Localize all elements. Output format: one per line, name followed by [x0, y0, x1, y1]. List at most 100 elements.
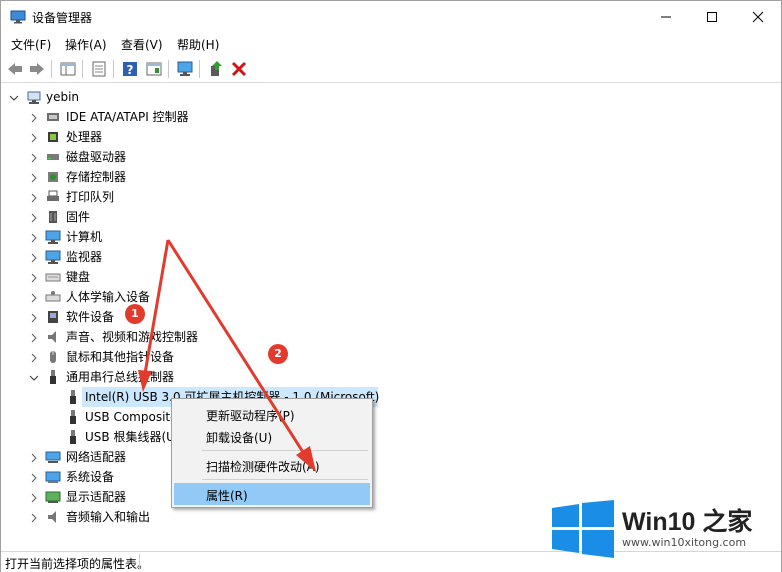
computer-icon — [45, 230, 61, 244]
chevron-right-icon[interactable] — [29, 353, 39, 363]
minimize-button[interactable] — [643, 1, 689, 33]
menu-view[interactable]: 查看(V) — [121, 36, 163, 53]
chevron-right-icon[interactable] — [29, 273, 39, 283]
menu-bar: 文件(F) 操作(A) 查看(V) 帮助(H) — [1, 34, 781, 54]
tree-category-label: 鼠标和其他指针设备 — [66, 350, 175, 364]
annotation-badge-1: 1 — [125, 304, 145, 324]
back-icon[interactable] — [6, 60, 24, 78]
status-divider — [139, 554, 140, 570]
ctx-separator — [202, 479, 368, 480]
chevron-right-icon[interactable] — [29, 313, 39, 323]
watermark-url: www.win10xitong.com — [622, 536, 747, 549]
scan-monitor-icon[interactable] — [176, 60, 194, 78]
maximize-button[interactable] — [689, 1, 735, 33]
tree-category-label: 软件设备 — [66, 310, 115, 324]
ide-controller-icon — [47, 113, 59, 121]
toolbar-separator — [51, 60, 52, 78]
monitor-icon — [45, 250, 61, 264]
usb-icon — [70, 430, 76, 444]
chevron-right-icon[interactable] — [29, 233, 39, 243]
chevron-right-icon[interactable] — [29, 293, 39, 303]
tree-category-label: 网络适配器 — [66, 450, 127, 464]
disk-drive-icon — [47, 154, 59, 160]
tree-category-label: 监视器 — [66, 250, 103, 264]
tree-category-label: 通用串行总线控制器 — [66, 370, 175, 384]
menu-file[interactable]: 文件(F) — [11, 36, 51, 53]
update-driver-icon[interactable] — [207, 60, 225, 78]
chevron-down-icon[interactable] — [9, 93, 19, 103]
tree-category-label: 打印队列 — [66, 190, 115, 204]
action-pane-icon[interactable] — [145, 60, 163, 78]
audio-icon — [48, 331, 56, 343]
tree-category-label: 系统设备 — [66, 470, 115, 484]
window-title: 设备管理器 — [32, 11, 93, 25]
tree-root-label: yebin — [46, 90, 80, 104]
minimize-icon — [661, 16, 671, 18]
close-button[interactable] — [735, 1, 781, 33]
tree-category-label: 磁盘驱动器 — [66, 150, 127, 164]
usb-icon — [70, 390, 76, 404]
toolbar-separator — [199, 60, 200, 78]
tree-category-label: 声音、视频和游戏控制器 — [66, 330, 199, 344]
chevron-right-icon[interactable] — [29, 133, 39, 143]
watermark-title: Win10 之家 — [622, 508, 753, 536]
toolbar-separator — [113, 60, 114, 78]
chevron-right-icon[interactable] — [29, 213, 39, 223]
storage-controller-icon — [48, 172, 58, 182]
toolbar: ? — [1, 55, 781, 83]
tree-category-label: 处理器 — [66, 130, 103, 144]
ctx-update-driver[interactable]: 更新驱动程序(P) — [174, 403, 370, 425]
chevron-right-icon[interactable] — [29, 193, 39, 203]
forward-icon[interactable] — [28, 60, 46, 78]
svg-text:?: ? — [127, 63, 134, 77]
mouse-icon — [50, 351, 56, 363]
annotation-badge-2: 2 — [268, 344, 288, 364]
display-adapter-icon — [45, 491, 61, 503]
watermark-logo: Win10 之家 www.win10xitong.com — [548, 496, 774, 562]
printer-icon — [47, 190, 59, 201]
ctx-scan-hardware[interactable]: 扫描检测硬件改动(A) — [174, 454, 370, 476]
chevron-right-icon[interactable] — [29, 113, 39, 123]
chevron-right-icon[interactable] — [29, 513, 39, 523]
usb-icon — [50, 370, 56, 384]
tree-category-label: 固件 — [66, 210, 91, 224]
chevron-right-icon[interactable] — [29, 493, 39, 503]
firmware-icon — [49, 211, 57, 223]
chevron-down-icon[interactable] — [29, 373, 39, 383]
ctx-separator — [202, 450, 368, 451]
chevron-right-icon[interactable] — [29, 253, 39, 263]
properties-icon[interactable] — [90, 60, 108, 78]
device-manager-window: 设备管理器 文件(F) 操作(A) 查看(V) 帮助(H) ? yebin ID… — [0, 0, 782, 572]
device-manager-icon — [10, 10, 26, 24]
audio-io-icon — [48, 511, 56, 523]
tree-category-label: 存储控制器 — [66, 170, 127, 184]
tree-category-label: 音频输入和输出 — [66, 510, 151, 524]
processor-icon — [48, 132, 58, 142]
tree-category-label: 计算机 — [66, 230, 103, 244]
system-device-icon — [45, 471, 61, 483]
tree-category-label: 键盘 — [66, 270, 91, 284]
show-hide-console-tree-icon[interactable] — [59, 60, 77, 78]
status-text: 打开当前选择项的属性表。 — [5, 557, 150, 571]
computer-icon — [27, 91, 41, 104]
toolbar-separator — [82, 60, 83, 78]
title-bar: 设备管理器 — [1, 1, 781, 33]
ctx-properties[interactable]: 属性(R) — [174, 483, 370, 505]
chevron-right-icon[interactable] — [29, 333, 39, 343]
chevron-right-icon[interactable] — [29, 453, 39, 463]
ctx-uninstall-device[interactable]: 卸载设备(U) — [174, 425, 370, 447]
uninstall-icon[interactable] — [230, 60, 248, 78]
tree-category-label: 显示适配器 — [66, 490, 127, 504]
context-menu: 更新驱动程序(P) 卸载设备(U) 扫描检测硬件改动(A) 属性(R) — [171, 398, 373, 508]
menu-action[interactable]: 操作(A) — [65, 36, 107, 53]
close-icon — [752, 11, 764, 23]
menu-help[interactable]: 帮助(H) — [177, 36, 219, 53]
maximize-icon — [707, 12, 717, 22]
tree-category-label: IDE ATA/ATAPI 控制器 — [66, 110, 189, 124]
toolbar-separator — [168, 60, 169, 78]
help-icon[interactable]: ? — [121, 60, 139, 78]
chevron-right-icon[interactable] — [29, 153, 39, 163]
windows-logo-icon — [552, 500, 614, 558]
chevron-right-icon[interactable] — [29, 173, 39, 183]
chevron-right-icon[interactable] — [29, 473, 39, 483]
